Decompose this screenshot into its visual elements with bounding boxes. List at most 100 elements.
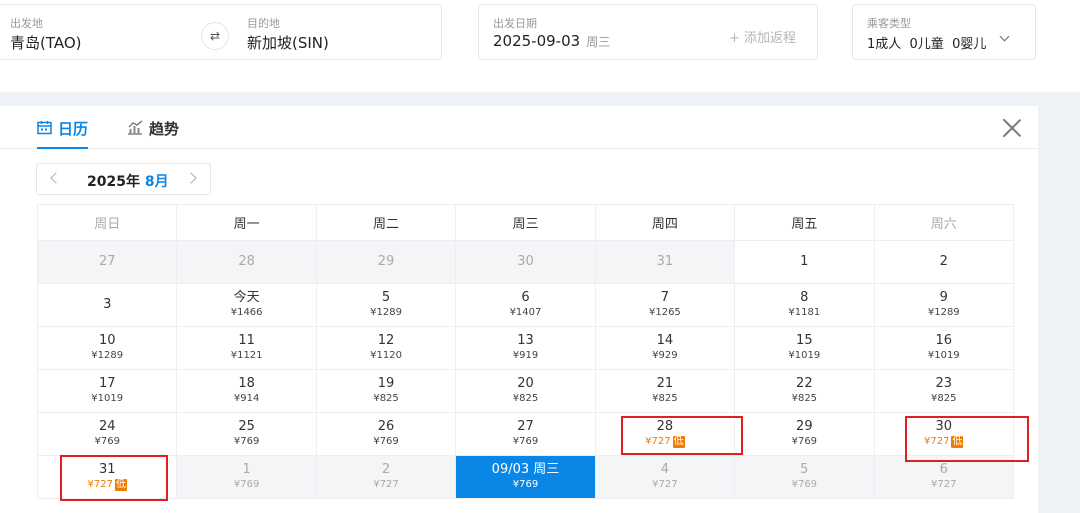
- calendar-day-cell[interactable]: 30 ¥727 低: [873, 412, 1015, 456]
- calendar-day-cell[interactable]: 6 ¥727: [873, 455, 1015, 499]
- origin-input[interactable]: 青岛(TAO): [10, 32, 82, 53]
- calendar-week-row: 31 ¥727 低 1 ¥769 2 ¥727 09/03 周三 ¥769 4 ¥727 5 ¥769 6…: [36, 455, 1015, 499]
- calendar-day-cell[interactable]: 2 ¥727: [315, 455, 457, 499]
- calendar-day-cell[interactable]: 17 ¥1019: [36, 369, 178, 413]
- calendar-day-cell[interactable]: 18 ¥914: [176, 369, 317, 413]
- calendar-day-cell[interactable]: 30: [455, 240, 596, 284]
- price-value: ¥727: [373, 479, 399, 490]
- day-number: 27: [98, 254, 116, 269]
- day-price: ¥769: [177, 435, 315, 449]
- calendar-day-cell[interactable]: 5 ¥1289: [315, 283, 457, 327]
- swap-icon[interactable]: ⇄: [201, 22, 229, 50]
- weekday-header: 周一: [176, 204, 317, 241]
- calendar-day-cell[interactable]: 29 ¥769: [734, 412, 875, 456]
- price-value: ¥1019: [788, 350, 821, 361]
- price-value: ¥1019: [927, 350, 960, 361]
- day-price: ¥769: [735, 435, 873, 449]
- calendar-day-cell[interactable]: 27: [36, 240, 178, 284]
- calendar-day-cell[interactable]: 1: [734, 240, 875, 284]
- calendar-day-cell[interactable]: 16 ¥1019: [873, 326, 1015, 370]
- depart-date-input[interactable]: 2025-09-03 周三: [493, 32, 610, 50]
- price-value: ¥1289: [927, 307, 960, 318]
- calendar-day-cell[interactable]: 26 ¥769: [315, 412, 457, 456]
- weekday-header: 周六: [873, 204, 1015, 241]
- price-value: ¥825: [791, 393, 818, 404]
- depart-date-value: 2025-09-03: [493, 32, 581, 50]
- calendar-day-cell[interactable]: 14 ¥929: [594, 326, 736, 370]
- day-price: ¥1181: [735, 306, 873, 320]
- day-price: ¥914: [177, 392, 315, 406]
- search-bar: 出发地 青岛(TAO) ⇄ 目的地 新加坡(SIN) 出发日期 2025-09-…: [0, 0, 1080, 92]
- day-price: ¥825: [456, 392, 594, 406]
- day-price: ¥1019: [38, 392, 176, 406]
- calendar-day-cell[interactable]: 24 ¥769: [36, 412, 178, 456]
- calendar-day-cell[interactable]: 29: [315, 240, 457, 284]
- calendar-icon: [37, 121, 52, 135]
- calendar-day-cell[interactable]: 31 ¥727 低: [36, 455, 178, 499]
- calendar-day-cell[interactable]: 22 ¥825: [734, 369, 875, 413]
- passenger-field[interactable]: 乘客类型 1成人 0儿童 0婴儿: [852, 4, 1036, 60]
- price-value: ¥769: [512, 479, 539, 490]
- day-number: 9: [939, 290, 948, 305]
- chevron-right-icon[interactable]: [185, 172, 197, 184]
- calendar-day-cell[interactable]: 20 ¥825: [455, 369, 596, 413]
- day-price: ¥825: [735, 392, 873, 406]
- day-price: ¥1019: [875, 349, 1013, 363]
- calendar-day-cell[interactable]: 27 ¥769: [455, 412, 596, 456]
- tab-calendar-label: 日历: [58, 120, 89, 138]
- calendar-day-cell[interactable]: 31: [594, 240, 736, 284]
- calendar-day-cell[interactable]: 10 ¥1289: [36, 326, 178, 370]
- tab-calendar[interactable]: 日历: [37, 118, 89, 149]
- price-value: ¥769: [512, 436, 539, 447]
- calendar-day-cell[interactable]: 今天 ¥1466: [176, 283, 317, 327]
- day-number: 26: [377, 419, 395, 434]
- day-number: 17: [98, 376, 116, 391]
- calendar-day-cell[interactable]: 19 ¥825: [315, 369, 457, 413]
- day-number: 23: [935, 376, 953, 391]
- price-value: ¥727: [924, 436, 950, 447]
- add-return-button[interactable]: + 添加返程: [729, 27, 796, 46]
- calendar-day-cell[interactable]: 9 ¥1289: [873, 283, 1015, 327]
- calendar-day-cell[interactable]: 4 ¥727: [594, 455, 736, 499]
- calendar-day-cell[interactable]: 8 ¥1181: [734, 283, 875, 327]
- day-price: ¥769: [38, 435, 176, 449]
- lowest-price-badge: 低: [114, 479, 127, 491]
- day-price: ¥919: [456, 349, 594, 363]
- price-value: ¥1407: [509, 307, 542, 318]
- close-icon[interactable]: [1002, 118, 1022, 138]
- day-number: 31: [98, 462, 116, 477]
- calendar-day-cell[interactable]: 13 ¥919: [455, 326, 596, 370]
- day-number: 29: [796, 419, 813, 434]
- passenger-label: 乘客类型: [867, 17, 911, 30]
- calendar-day-cell[interactable]: 5 ¥769: [734, 455, 875, 499]
- day-price: ¥929: [596, 349, 734, 363]
- calendar-week-row: 3 今天 ¥1466 5 ¥1289 6 ¥1407 7 ¥1265 8 ¥1181 9 ¥1289: [36, 283, 1015, 327]
- destination-input[interactable]: 新加坡(SIN): [247, 32, 329, 53]
- calendar-day-cell[interactable]: 3: [36, 283, 178, 327]
- day-number: 18: [238, 376, 255, 391]
- day-number: 5: [381, 290, 391, 305]
- chevron-left-icon[interactable]: [50, 172, 62, 184]
- tab-trend[interactable]: 趋势: [127, 118, 179, 149]
- day-price: ¥1120: [317, 349, 455, 363]
- day-number: 28: [656, 419, 674, 434]
- calendar-day-cell[interactable]: 12 ¥1120: [315, 326, 457, 370]
- calendar-day-cell[interactable]: 25 ¥769: [176, 412, 317, 456]
- day-number: 2: [381, 462, 391, 477]
- chevron-down-icon[interactable]: [999, 31, 1010, 42]
- weekday-header: 周五: [734, 204, 875, 241]
- price-value: ¥727: [931, 479, 957, 490]
- calendar-day-cell[interactable]: 15 ¥1019: [734, 326, 875, 370]
- calendar-day-cell[interactable]: 28 ¥727 低: [594, 412, 736, 456]
- calendar-day-cell[interactable]: 11 ¥1121: [176, 326, 317, 370]
- calendar-day-cell[interactable]: 2: [873, 240, 1015, 284]
- price-value: ¥1466: [230, 307, 263, 318]
- calendar-day-cell[interactable]: 23 ¥825: [873, 369, 1015, 413]
- calendar-day-cell[interactable]: 6 ¥1407: [455, 283, 596, 327]
- calendar-day-cell[interactable]: 7 ¥1265: [594, 283, 736, 327]
- calendar-day-cell[interactable]: 21 ¥825: [594, 369, 736, 413]
- calendar-day-cell[interactable]: 09/03 周三 ¥769: [455, 455, 596, 499]
- date-field[interactable]: 出发日期 2025-09-03 周三 + 添加返程: [478, 4, 818, 60]
- calendar-day-cell[interactable]: 1 ¥769: [176, 455, 317, 499]
- calendar-day-cell[interactable]: 28: [176, 240, 317, 284]
